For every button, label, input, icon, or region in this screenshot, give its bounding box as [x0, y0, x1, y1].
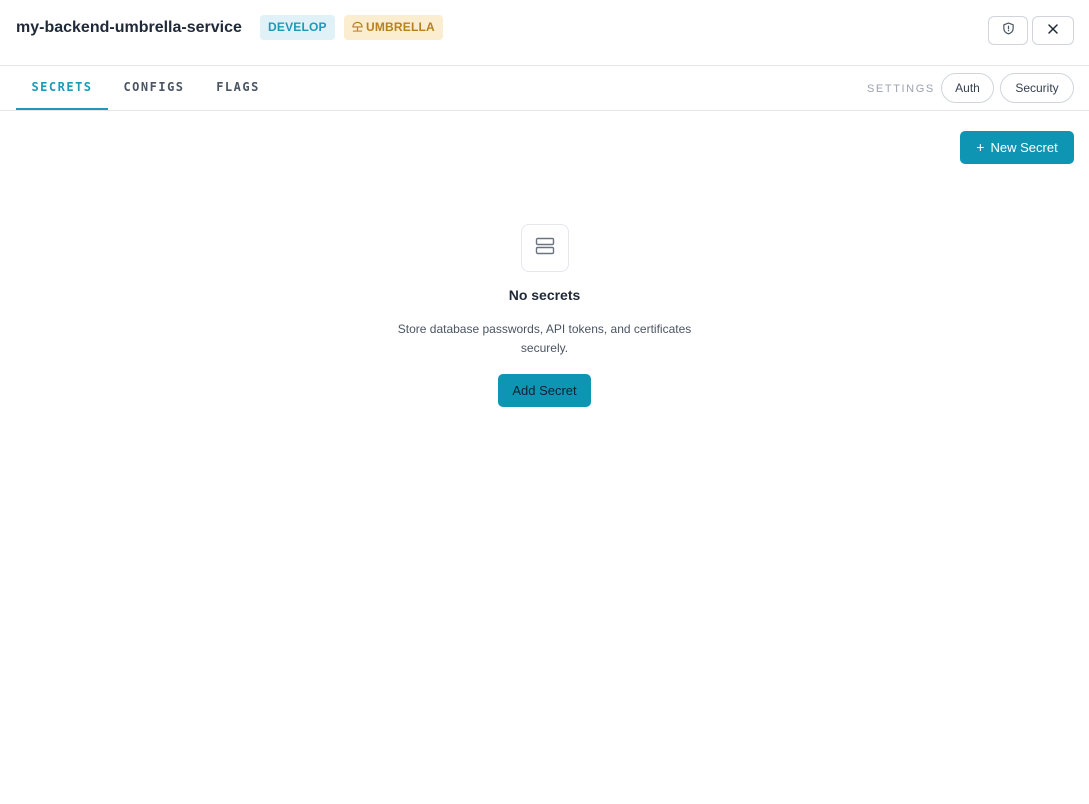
- empty-state-title: No secrets: [508, 287, 581, 303]
- tab-flags[interactable]: FLAGS: [206, 66, 270, 110]
- plus-icon: +: [976, 139, 985, 155]
- settings-auth-button[interactable]: Auth: [941, 73, 994, 103]
- header: my-backend-umbrella-service DEVELOP UMBR…: [0, 0, 1089, 66]
- tab-secrets[interactable]: SECRETS: [16, 66, 108, 110]
- tab-bar: SECRETS CONFIGS FLAGS SETTINGS Auth Secu…: [0, 66, 1089, 111]
- new-secret-label: New Secret: [990, 140, 1058, 155]
- service-type-badge: UMBRELLA: [344, 15, 443, 40]
- shield-icon: [1002, 22, 1015, 40]
- tab-configs[interactable]: CONFIGS: [114, 66, 194, 110]
- environment-badge: DEVELOP: [260, 15, 335, 40]
- settings-label: SETTINGS: [867, 83, 935, 95]
- empty-state-description: Store database passwords, API tokens, an…: [397, 322, 692, 355]
- close-button[interactable]: [1032, 16, 1074, 45]
- shield-button[interactable]: [988, 16, 1028, 45]
- close-icon: [1047, 22, 1059, 40]
- add-secret-button[interactable]: Add Secret: [498, 374, 591, 407]
- service-type-label: UMBRELLA: [366, 20, 435, 34]
- umbrella-icon: [352, 16, 363, 41]
- new-secret-button[interactable]: + New Secret: [960, 131, 1074, 164]
- settings-security-button[interactable]: Security: [1000, 73, 1074, 103]
- service-title: my-backend-umbrella-service: [16, 19, 242, 36]
- database-icon: [535, 237, 555, 260]
- empty-state-icon-box: [521, 224, 569, 272]
